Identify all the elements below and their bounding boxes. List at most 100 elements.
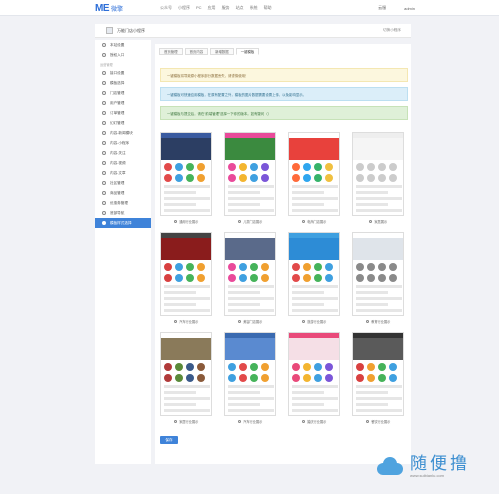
sidebar-item[interactable]: 内容-关注 [95,148,151,158]
radio-icon[interactable] [301,419,306,424]
template-option[interactable]: 通用行业展示 [160,219,212,224]
sidebar-item-label: 模板样式选择 [110,220,132,225]
circle-icon [102,81,106,85]
sidebar-item[interactable]: 接口设置 [95,68,151,78]
sidebar-item[interactable]: 内容-新闻模块 [95,128,151,138]
preview-banner [225,138,275,160]
radio-icon[interactable] [237,319,242,324]
preview-line [356,209,402,212]
nav-item-site[interactable]: 站点 [236,5,244,11]
sidebar-item[interactable]: 社区管理 [95,178,151,188]
switch-app-button[interactable]: 切换小程序 [383,28,401,33]
radio-icon[interactable] [173,319,178,324]
template-preview[interactable] [224,132,276,216]
logo[interactable]: ME 微擎 [95,3,123,14]
template-card[interactable]: 家居展示 [352,132,404,224]
template-card[interactable]: 通用行业展示 [160,132,212,224]
template-preview[interactable] [224,332,276,416]
preview-content-lines [292,285,338,315]
preview-line [164,203,197,206]
preview-line [228,391,261,394]
template-card[interactable]: 汽车行业展示 [224,332,276,424]
sidebar-item[interactable]: 内容-小程序 [95,138,151,148]
user-menu[interactable]: admin [404,6,415,11]
sidebar-item-auth[interactable]: 授权入口 [95,50,151,60]
template-option[interactable]: 电商门店展示 [288,219,340,224]
nav-item-pc[interactable]: PC [196,5,202,11]
app-name: 万能门店小程序 [117,27,145,33]
nav-item-help[interactable]: 帮助 [264,5,272,11]
template-preview[interactable] [288,132,340,216]
template-preview[interactable] [352,332,404,416]
template-preview[interactable] [160,232,212,316]
sidebar-item[interactable]: 幻灯管理 [95,118,151,128]
template-preview[interactable] [160,132,212,216]
template-card[interactable]: 家居行业展示 [160,332,212,424]
template-option[interactable]: 家居行业展示 [160,419,212,424]
sidebar-item[interactable]: 门店管理 [95,88,151,98]
cloud-link[interactable]: 云服 [378,5,386,11]
template-option[interactable]: 家居展示 [352,219,404,224]
tab-home-content[interactable]: 首页内容 [184,48,209,55]
sidebar-item[interactable]: 商品管理 [95,188,151,198]
logo-text: 微擎 [111,7,124,13]
radio-icon[interactable] [365,419,370,424]
template-option[interactable]: 旅游行业展示 [288,319,340,324]
sidebar-item[interactable]: 订单管理 [95,108,151,118]
preview-icon-row [228,263,274,282]
template-option[interactable]: 汽车行业展示 [160,319,212,324]
template-preview[interactable] [224,232,276,316]
template-card[interactable]: 汽车行业展示 [160,232,212,324]
sidebar-item[interactable]: 底部导航 [95,208,151,218]
template-card[interactable]: 婚庆行业展示 [288,332,340,424]
sidebar-item[interactable]: 用户管理 [95,98,151,108]
sidebar-item[interactable]: 模板选择 [95,78,151,88]
template-card[interactable]: 餐饮行业展示 [352,332,404,424]
template-card[interactable]: 儿童门店展示 [224,132,276,224]
sidebar-item[interactable]: 优惠券管理 [95,198,151,208]
template-option[interactable]: 婚庆行业展示 [288,419,340,424]
preview-icon-row [164,163,210,182]
template-option[interactable]: 餐饮行业展示 [352,419,404,424]
nav-item-system[interactable]: 系统 [250,5,258,11]
nav-item-service[interactable]: 服务 [222,5,230,11]
sidebar-item-site-settings[interactable]: 本站设置 [95,40,151,50]
sidebar-item[interactable]: 模板样式选择 [95,218,151,228]
circle-icon [102,181,106,185]
template-option[interactable]: 汽车行业展示 [224,419,276,424]
template-card[interactable]: 美容门店展示 [224,232,276,324]
radio-icon[interactable] [365,319,370,324]
nav-item-app[interactable]: 应用 [208,5,216,11]
template-card[interactable]: 旅游行业展示 [288,232,340,324]
template-preview[interactable] [352,232,404,316]
template-preview[interactable] [288,332,340,416]
radio-icon[interactable] [173,219,178,224]
save-button[interactable]: 保存 [160,436,178,444]
nav-item-official[interactable]: 公众号 [160,5,172,11]
tab-home-manage[interactable]: 首页管理 [159,48,183,55]
template-card[interactable]: 教育行业展示 [352,232,404,324]
template-preview[interactable] [352,132,404,216]
template-option[interactable]: 美容门店展示 [224,319,276,324]
template-option[interactable]: 儿童门店展示 [224,219,276,224]
template-preview[interactable] [160,332,212,416]
preview-line [292,215,324,216]
nav-item-miniprogram[interactable]: 小程序 [178,5,190,11]
radio-icon[interactable] [237,219,242,224]
tab-one-click-template[interactable]: 一键模板 [235,48,260,55]
circle-icon [102,211,106,215]
radio-icon[interactable] [173,419,178,424]
preview-line [292,403,325,406]
radio-icon[interactable] [368,219,373,224]
template-preview[interactable] [288,232,340,316]
preview-dot-icon [356,174,364,182]
radio-icon[interactable] [301,219,306,224]
radio-icon[interactable] [301,319,306,324]
sidebar-item[interactable]: 内容-文章 [95,168,151,178]
radio-icon[interactable] [237,419,242,424]
template-option[interactable]: 教育行业展示 [352,319,404,324]
tab-add-data[interactable]: 新增数据 [210,48,234,55]
template-card[interactable]: 电商门店展示 [288,132,340,224]
preview-line [164,285,210,288]
sidebar-item[interactable]: 内容-视频 [95,158,151,168]
